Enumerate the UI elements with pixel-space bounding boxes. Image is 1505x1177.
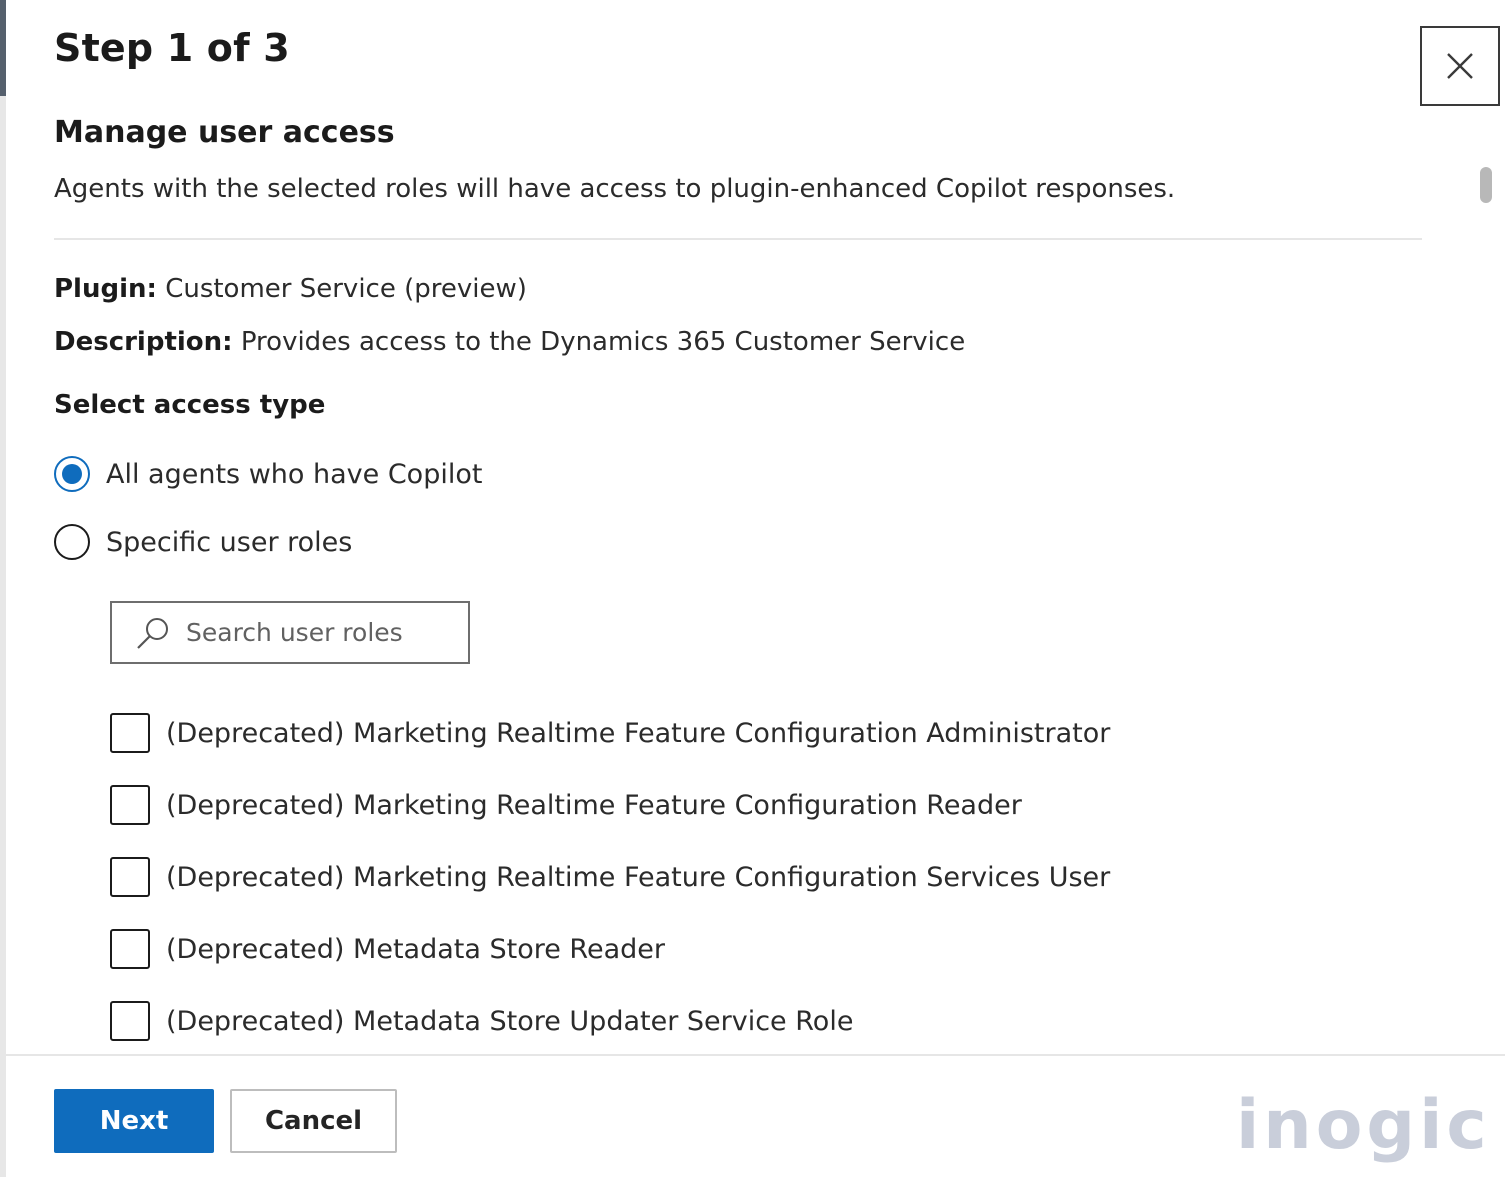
role-checkbox[interactable] (110, 785, 150, 825)
section-description: Agents with the selected roles will have… (54, 174, 1176, 204)
radio-all-agents[interactable]: All agents who have Copilot (54, 456, 482, 492)
header-divider (54, 238, 1422, 240)
radio-button-checked[interactable] (54, 456, 90, 492)
role-item[interactable]: (Deprecated) Metadata Store Updater Serv… (110, 1001, 853, 1041)
role-checkbox[interactable] (110, 929, 150, 969)
role-checkbox[interactable] (110, 1001, 150, 1041)
close-button[interactable] (1420, 26, 1500, 106)
role-label: (Deprecated) Marketing Realtime Feature … (166, 861, 1111, 893)
access-type-heading: Select access type (54, 390, 326, 420)
description-label: Description: (54, 327, 233, 357)
radio-button-unchecked[interactable] (54, 524, 90, 560)
description-value: Provides access to the Dynamics 365 Cust… (240, 327, 966, 357)
close-icon (1447, 53, 1473, 79)
role-item[interactable]: (Deprecated) Marketing Realtime Feature … (110, 713, 1110, 753)
plugin-label: Plugin: (54, 274, 157, 304)
radio-label: Specific user roles (106, 526, 353, 558)
role-checkbox[interactable] (110, 713, 150, 753)
search-roles-box[interactable] (110, 601, 470, 664)
role-item[interactable]: (Deprecated) Metadata Store Reader (110, 929, 665, 969)
step-title: Step 1 of 3 (54, 26, 290, 70)
description-info: Description: Provides access to the Dyna… (54, 327, 965, 357)
role-label: (Deprecated) Marketing Realtime Feature … (166, 717, 1111, 749)
role-label: (Deprecated) Marketing Realtime Feature … (166, 789, 1022, 821)
search-input[interactable] (184, 617, 448, 648)
plugin-value: Customer Service (preview) (165, 274, 527, 304)
footer-divider (6, 1054, 1505, 1056)
section-title: Manage user access (54, 115, 395, 150)
manage-access-panel: Step 1 of 3 Manage user access Agents wi… (6, 0, 1505, 1177)
role-checkbox[interactable] (110, 857, 150, 897)
plugin-info: Plugin: Customer Service (preview) (54, 274, 527, 304)
search-icon (137, 617, 168, 649)
role-item[interactable]: (Deprecated) Marketing Realtime Feature … (110, 857, 1110, 897)
next-button[interactable]: Next (54, 1089, 214, 1153)
role-item[interactable]: (Deprecated) Marketing Realtime Feature … (110, 785, 1022, 825)
radio-label: All agents who have Copilot (106, 458, 483, 490)
radio-specific-roles[interactable]: Specific user roles (54, 524, 352, 560)
scrollbar-thumb[interactable] (1480, 167, 1492, 203)
cancel-button[interactable]: Cancel (230, 1089, 397, 1153)
role-label: (Deprecated) Metadata Store Reader (166, 933, 665, 965)
role-label: (Deprecated) Metadata Store Updater Serv… (166, 1005, 854, 1037)
inogic-watermark: inogic (1236, 1085, 1491, 1165)
